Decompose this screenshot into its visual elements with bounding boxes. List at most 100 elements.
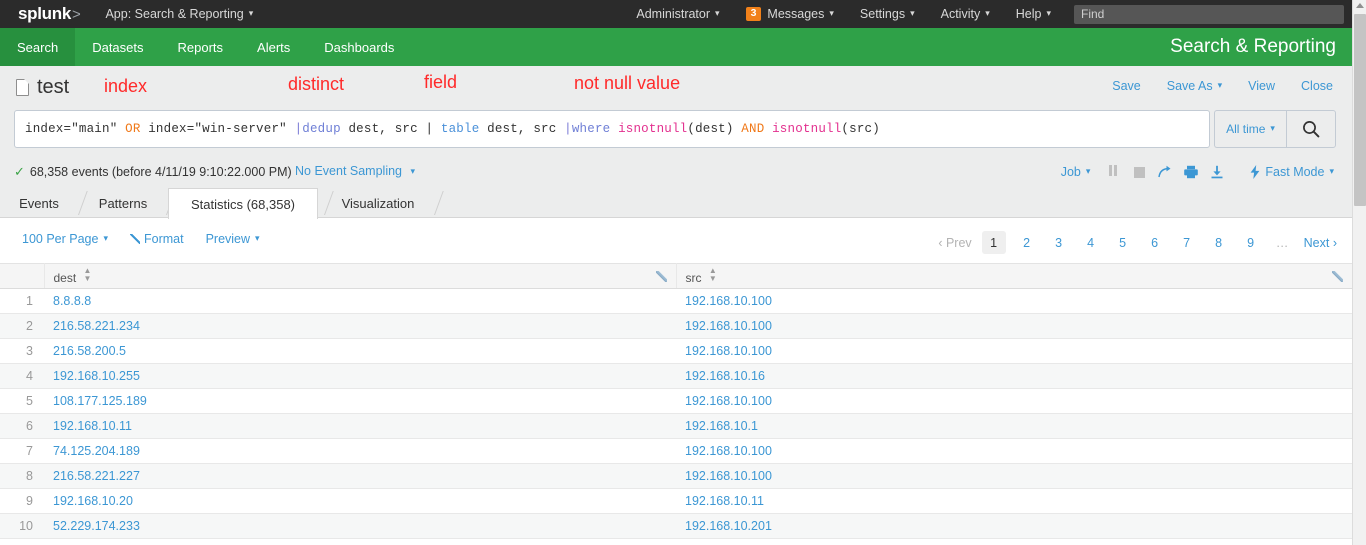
cell-dest[interactable]: 192.168.10.255 xyxy=(44,363,676,389)
pagination-page-6[interactable]: 6 xyxy=(1144,231,1166,254)
user-menu[interactable]: Administrator xyxy=(623,0,732,28)
pagination-page-2[interactable]: 2 xyxy=(1016,231,1038,254)
cell-dest[interactable]: 192.168.10.20 xyxy=(44,488,676,514)
pagination-page-4[interactable]: 4 xyxy=(1080,231,1102,254)
cell-src[interactable]: 192.168.10.100 xyxy=(676,288,1352,314)
nav-item-alerts[interactable]: Alerts xyxy=(240,28,307,66)
settings-menu[interactable]: Settings xyxy=(847,0,928,28)
chevron-down-icon xyxy=(1329,166,1334,177)
column-edit-pencil-icon[interactable] xyxy=(655,271,667,282)
pagination-next[interactable]: Next › xyxy=(1304,231,1337,254)
run-search-button[interactable] xyxy=(1286,110,1336,148)
per-page-menu[interactable]: 100 Per Page xyxy=(22,232,108,246)
nav-item-dashboards[interactable]: Dashboards xyxy=(307,28,411,66)
pause-button[interactable] xyxy=(1100,163,1126,181)
nav-item-search[interactable]: Search xyxy=(0,28,76,66)
query-token: | xyxy=(564,122,572,136)
format-button[interactable]: Format xyxy=(129,232,184,246)
search-query-input[interactable]: index="main" OR index="win-server" | dedu… xyxy=(14,110,1210,148)
help-menu[interactable]: Help xyxy=(1003,0,1064,28)
find-input[interactable] xyxy=(1074,4,1344,24)
search-mode-menu[interactable]: Fast Mode xyxy=(1230,165,1344,179)
search-query-text: index="main" OR index="win-server" | dedu… xyxy=(25,122,880,136)
splunk-logo[interactable]: splunk > xyxy=(18,4,81,24)
cell-src[interactable]: 192.168.10.100 xyxy=(676,338,1352,364)
time-range-picker[interactable]: All time xyxy=(1214,110,1286,148)
cell-dest[interactable]: 192.168.10.11 xyxy=(44,413,676,439)
cell-dest[interactable]: 108.177.125.189 xyxy=(44,388,676,414)
pagination-page-1[interactable]: 1 xyxy=(981,231,1006,254)
cell-dest[interactable]: 52.229.174.233 xyxy=(44,513,676,539)
chevron-down-icon xyxy=(103,233,108,244)
close-button[interactable]: Close xyxy=(1288,79,1346,93)
cell-dest[interactable]: 216.58.221.227 xyxy=(44,463,676,489)
save-as-button-label: Save As xyxy=(1166,79,1213,93)
cell-src[interactable]: 192.168.10.100 xyxy=(676,463,1352,489)
nav-item-datasets[interactable]: Datasets xyxy=(75,28,160,66)
messages-menu[interactable]: 3 Messages xyxy=(733,0,847,28)
column-edit-pencil-icon[interactable] xyxy=(1332,271,1343,282)
cell-dest[interactable]: 216.58.221.234 xyxy=(44,313,676,339)
job-controls: Job ▾ Fast Mode ▾ xyxy=(1051,163,1344,181)
row-number-cell: 10 xyxy=(0,513,44,539)
event-sampling-menu[interactable]: No Event Sampling xyxy=(295,164,415,178)
column-header-src[interactable]: src ▲ ▼ xyxy=(676,263,1352,289)
tab-patterns[interactable]: Patterns xyxy=(82,188,164,218)
nav-item-reports[interactable]: Reports xyxy=(161,28,241,66)
cell-dest[interactable]: 8.8.8.8 xyxy=(44,288,676,314)
pagination-prev[interactable]: ‹ Prev xyxy=(938,231,971,254)
query-token: index="main" xyxy=(25,122,126,136)
event-count-text: 68,358 events (before 4/11/19 9:10:22.00… xyxy=(29,165,292,179)
pagination-page-8[interactable]: 8 xyxy=(1208,231,1230,254)
cell-src[interactable]: 192.168.10.100 xyxy=(676,438,1352,464)
table-header-row: dest ▲ ▼ src ▲ ▼ xyxy=(0,263,1352,289)
title-actions: Save Save As View Close xyxy=(1099,79,1346,93)
pagination-page-5[interactable]: 5 xyxy=(1112,231,1134,254)
cell-dest[interactable]: 74.125.204.189 xyxy=(44,438,676,464)
activity-menu[interactable]: Activity xyxy=(928,0,1003,28)
app-selector-menu[interactable]: App: Search & Reporting xyxy=(105,7,253,21)
vertical-scrollbar[interactable] xyxy=(1352,0,1366,545)
tab-statistics[interactable]: Statistics (68,358) xyxy=(168,188,318,219)
save-as-button[interactable]: Save As xyxy=(1154,79,1235,93)
table-row: 5 108.177.125.189 192.168.10.100 xyxy=(0,388,1352,414)
tab-visualization[interactable]: Visualization xyxy=(326,188,430,218)
sort-icon[interactable]: ▲ ▼ xyxy=(709,266,717,283)
pagination-page-7[interactable]: 7 xyxy=(1176,231,1198,254)
cell-src[interactable]: 192.168.10.100 xyxy=(676,313,1352,339)
cell-src[interactable]: 192.168.10.1 xyxy=(676,413,1352,439)
job-menu[interactable]: Job xyxy=(1051,165,1101,179)
cell-dest[interactable]: 216.58.200.5 xyxy=(44,338,676,364)
chevron-down-icon xyxy=(829,8,834,19)
cell-src[interactable]: 192.168.10.16 xyxy=(676,363,1352,389)
statistics-table-wrapper: dest ▲ ▼ src ▲ ▼ 1 8.8.8.8 192.168.10.100 2 21… xyxy=(0,263,1352,539)
cell-src[interactable]: 192.168.10.100 xyxy=(676,388,1352,414)
share-button[interactable] xyxy=(1152,163,1178,181)
search-mode-label: Fast Mode xyxy=(1265,165,1325,179)
cell-src[interactable]: 192.168.10.11 xyxy=(676,488,1352,514)
annotation-not-null-value: not null value xyxy=(574,73,681,93)
pagination-page-3[interactable]: 3 xyxy=(1048,231,1070,254)
sort-icon[interactable]: ▲ ▼ xyxy=(84,266,92,283)
pagination-page-9[interactable]: 9 xyxy=(1240,231,1262,254)
query-token: (src) xyxy=(841,122,880,136)
chevron-down-icon xyxy=(1086,166,1091,177)
scrollbar-thumb[interactable] xyxy=(1354,14,1366,206)
view-button[interactable]: View xyxy=(1235,79,1288,93)
messages-label: Messages xyxy=(767,7,825,21)
event-sampling-label: No Event Sampling xyxy=(295,164,403,178)
preview-menu[interactable]: Preview xyxy=(206,232,260,246)
column-header-dest[interactable]: dest ▲ ▼ xyxy=(44,263,677,289)
stop-button[interactable] xyxy=(1126,163,1152,181)
pagination-page-label: 2 xyxy=(1023,235,1031,250)
print-button[interactable] xyxy=(1178,163,1204,181)
tab-events[interactable]: Events xyxy=(0,188,78,218)
scroll-up-arrow-icon[interactable] xyxy=(1356,3,1364,8)
export-button[interactable] xyxy=(1204,163,1230,181)
pencil-icon xyxy=(129,234,140,244)
chevron-down-icon xyxy=(255,233,260,244)
table-row: 4 192.168.10.255 192.168.10.16 xyxy=(0,363,1352,389)
cell-src[interactable]: 192.168.10.201 xyxy=(676,513,1352,539)
save-button[interactable]: Save xyxy=(1099,79,1154,93)
tab-patterns-label: Patterns xyxy=(98,195,148,211)
